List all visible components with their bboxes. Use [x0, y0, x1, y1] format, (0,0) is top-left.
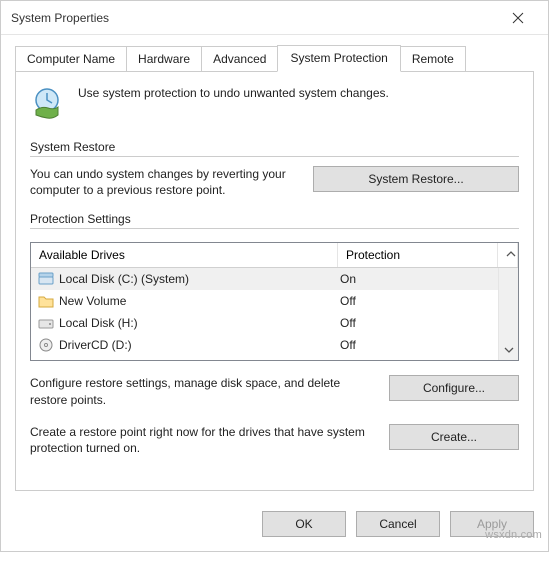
drive-name: Local Disk (H:) [59, 316, 338, 330]
create-row: Create a restore point right now for the… [30, 424, 519, 456]
tab-computer-name[interactable]: Computer Name [15, 46, 127, 73]
close-button[interactable] [498, 4, 538, 32]
divider [30, 156, 519, 157]
ok-button[interactable]: OK [262, 511, 346, 537]
drive-icon [37, 271, 55, 287]
tab-advanced[interactable]: Advanced [201, 46, 278, 73]
scroll-track-top [499, 268, 518, 288]
drives-body: Local Disk (C:) (System) On New Volume O… [31, 268, 518, 360]
drive-row[interactable]: Local Disk (H:) Off [31, 312, 498, 334]
intro-text: Use system protection to undo unwanted s… [78, 86, 389, 100]
drive-protection: Off [338, 294, 498, 308]
system-restore-group: System Restore You can undo system chang… [30, 148, 519, 198]
scroll-up-header[interactable] [498, 243, 518, 267]
drive-name: DriverCD (D:) [59, 338, 338, 352]
configure-description: Configure restore settings, manage disk … [30, 375, 367, 407]
drive-name: New Volume [59, 294, 338, 308]
disc-icon [37, 337, 55, 353]
dialog-footer: OK Cancel Apply [1, 501, 548, 551]
drive-protection: Off [338, 338, 498, 352]
drive-protection: On [338, 272, 498, 286]
tab-bar: Computer Name Hardware Advanced System P… [1, 35, 548, 72]
intro-row: Use system protection to undo unwanted s… [30, 86, 519, 120]
drive-row[interactable]: New Volume Off [31, 290, 498, 312]
protection-settings-group: Protection Settings Available Drives Pro… [30, 220, 519, 456]
chevron-up-icon [506, 249, 516, 259]
system-restore-description: You can undo system changes by reverting… [30, 166, 295, 198]
chevron-down-icon [504, 345, 514, 355]
cancel-button[interactable]: Cancel [356, 511, 440, 537]
tab-hardware[interactable]: Hardware [126, 46, 202, 73]
scroll-down-button[interactable] [499, 340, 518, 360]
protection-settings-label: Protection Settings [30, 212, 137, 226]
header-available-drives[interactable]: Available Drives [31, 243, 338, 267]
drives-table: Available Drives Protection Local Disk (… [30, 242, 519, 361]
folder-icon [37, 293, 55, 309]
scrollbar[interactable] [498, 268, 518, 360]
configure-button[interactable]: Configure... [389, 375, 519, 401]
window-title: System Properties [11, 11, 109, 25]
drive-protection: Off [338, 316, 498, 330]
system-protection-icon [30, 86, 64, 120]
drive-name: Local Disk (C:) (System) [59, 272, 338, 286]
system-restore-label: System Restore [30, 140, 121, 154]
watermark: wsxdn.com [485, 529, 542, 541]
divider [30, 228, 519, 229]
tab-remote[interactable]: Remote [400, 46, 466, 73]
create-description: Create a restore point right now for the… [30, 424, 367, 456]
close-icon [512, 12, 524, 24]
header-protection[interactable]: Protection [338, 243, 498, 267]
drive-icon [37, 315, 55, 331]
titlebar: System Properties [1, 1, 548, 35]
tab-system-protection[interactable]: System Protection [277, 45, 400, 72]
tab-panel-system-protection: Use system protection to undo unwanted s… [15, 72, 534, 491]
create-button[interactable]: Create... [389, 424, 519, 450]
drive-row[interactable]: DriverCD (D:) Off [31, 334, 498, 356]
system-restore-button[interactable]: System Restore... [313, 166, 519, 192]
system-properties-window: System Properties Computer Name Hardware… [0, 0, 549, 552]
drive-row[interactable]: Local Disk (C:) (System) On [31, 268, 498, 290]
configure-row: Configure restore settings, manage disk … [30, 375, 519, 407]
drives-header: Available Drives Protection [31, 243, 518, 268]
